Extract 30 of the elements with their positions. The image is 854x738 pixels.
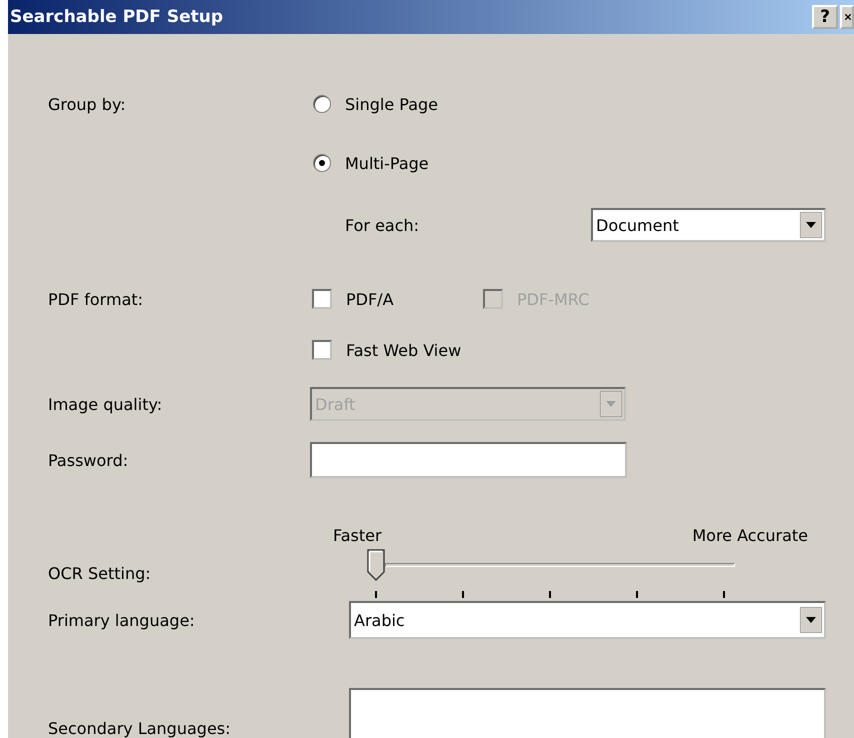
radio-option[interactable]: Single Page [310, 94, 438, 114]
radio-option[interactable]: Multi-Page [310, 154, 429, 172]
dropdown-arrow-icon[interactable] [800, 607, 822, 633]
checkbox[interactable] [312, 289, 332, 309]
slider-thumb[interactable] [367, 549, 385, 581]
primary-language-label: Primary language: [48, 610, 196, 630]
checkbox[interactable] [312, 340, 332, 360]
radio-label: Single Page [345, 94, 438, 114]
radio-button[interactable] [313, 154, 331, 172]
image-quality-label: Image quality: [48, 394, 164, 414]
for-each-label: For each: [345, 216, 420, 234]
primary-language-dropdown[interactable]: Arabic [349, 601, 826, 639]
pdf-format-label: PDF format: [48, 290, 144, 308]
password-label: Password: [48, 450, 130, 470]
checkbox-label: Fast Web View [346, 340, 462, 360]
slider-min-label: Faster [333, 526, 382, 544]
close-button[interactable] [840, 5, 854, 29]
for-each-dropdown[interactable]: Document [591, 208, 826, 242]
group-by-label: Group by: [48, 94, 127, 114]
checkbox-label: PDF/A [346, 290, 394, 308]
radio-label: Multi-Page [345, 154, 429, 172]
window-title: Searchable PDF Setup [9, 7, 223, 27]
secondary-languages-label: Secondary Languages: [48, 718, 232, 738]
dropdown-arrow-icon[interactable] [800, 212, 822, 238]
ocr-setting-label: OCR Setting: [48, 564, 152, 582]
radio-button[interactable] [313, 95, 331, 113]
slider-max-label: More Accurate [692, 526, 808, 544]
help-button[interactable]: ? [812, 5, 838, 29]
close-icon [844, 11, 852, 23]
password-field[interactable] [310, 442, 627, 478]
